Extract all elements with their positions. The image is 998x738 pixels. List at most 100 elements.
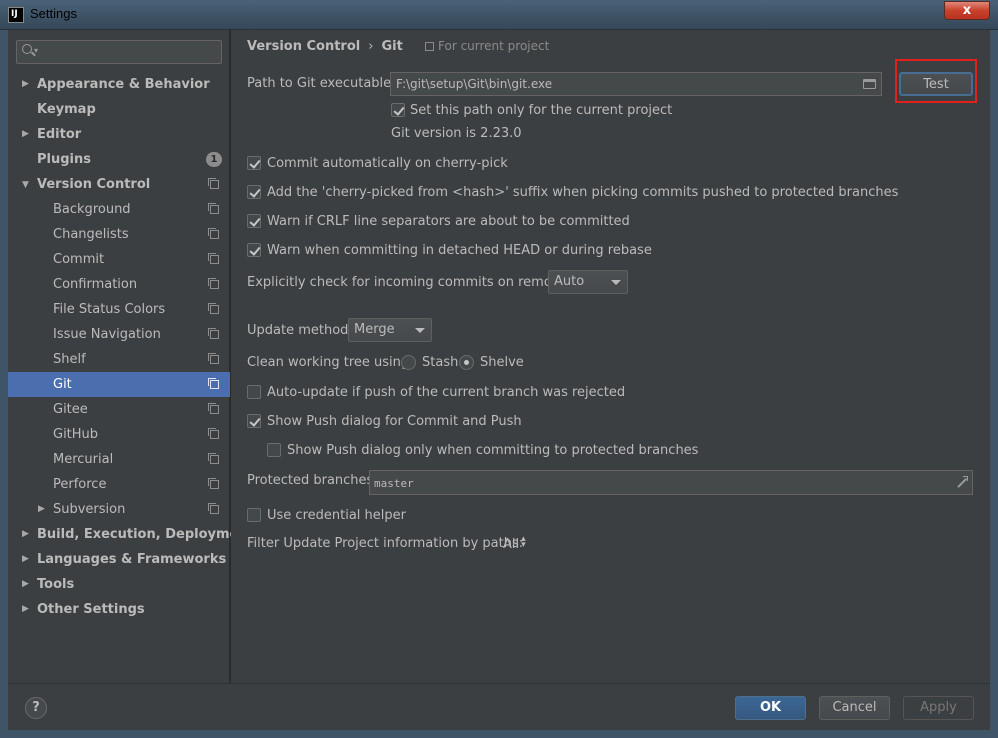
- show-push-protected-label[interactable]: Show Push dialog only when committing to…: [287, 443, 698, 458]
- cherry-picked-suffix-checkbox[interactable]: [247, 185, 261, 199]
- project-settings-icon: [208, 278, 219, 289]
- window-frame-bottom: [0, 730, 998, 738]
- stash-radio[interactable]: [401, 355, 416, 370]
- sidebar-item-github[interactable]: GitHub: [8, 422, 230, 447]
- show-push-dialog-checkbox[interactable]: [247, 414, 261, 428]
- protected-branches-field[interactable]: [369, 470, 973, 495]
- sidebar-item-git[interactable]: Git: [8, 372, 230, 397]
- current-project-only-checkbox[interactable]: [391, 103, 405, 117]
- warn-detached-head-label[interactable]: Warn when committing in detached HEAD or…: [267, 243, 652, 258]
- search-history-chevron-icon[interactable]: ▾: [34, 46, 38, 55]
- project-settings-icon: [208, 353, 219, 364]
- git-path-field[interactable]: [390, 72, 882, 96]
- project-settings-icon: [208, 303, 219, 314]
- chevron-right-icon[interactable]: ▶: [38, 497, 45, 522]
- cherry-picked-suffix-label[interactable]: Add the 'cherry-picked from <hash>' suff…: [267, 185, 898, 200]
- sidebar-item-label: Version Control: [37, 177, 151, 192]
- settings-search-box[interactable]: ▾: [16, 40, 222, 64]
- sidebar-item-plugins[interactable]: Plugins 1: [8, 147, 230, 172]
- title-bar: IJ Settings x: [0, 0, 998, 30]
- sidebar-item-keymap[interactable]: Keymap: [8, 97, 230, 122]
- chevron-right-icon[interactable]: ▶: [22, 572, 29, 597]
- chevron-right-icon[interactable]: ▶: [22, 547, 29, 572]
- sidebar-item-file-status-colors[interactable]: File Status Colors: [8, 297, 230, 322]
- update-method-label: Update method:: [247, 323, 353, 338]
- sidebar-item-editor[interactable]: ▶ Editor: [8, 122, 230, 147]
- project-settings-icon: [208, 228, 219, 239]
- sidebar-item-label: Build, Execution, Deployment: [37, 527, 254, 542]
- auto-update-label[interactable]: Auto-update if push of the current branc…: [267, 385, 625, 400]
- commit-on-cherry-pick-checkbox[interactable]: [247, 156, 261, 170]
- chevron-right-icon[interactable]: ▶: [22, 597, 29, 622]
- window-frame-left: [0, 30, 8, 738]
- sidebar-item-label: Gitee: [53, 402, 88, 417]
- sidebar-item-version-control[interactable]: ▼ Version Control: [8, 172, 230, 197]
- auto-update-checkbox[interactable]: [247, 385, 261, 399]
- git-path-input[interactable]: [396, 75, 846, 93]
- chevron-down-icon[interactable]: ▼: [22, 173, 29, 198]
- warn-crlf-label[interactable]: Warn if CRLF line separators are about t…: [267, 214, 630, 229]
- sidebar-item-changelists[interactable]: Changelists: [8, 222, 230, 247]
- expand-icon[interactable]: [956, 476, 968, 488]
- window-title: Settings: [30, 6, 77, 21]
- incoming-commits-label: Explicitly check for incoming commits on…: [247, 275, 577, 290]
- ok-button[interactable]: OK: [735, 696, 806, 720]
- sidebar-item-issue-navigation[interactable]: Issue Navigation: [8, 322, 230, 347]
- sidebar-item-confirmation[interactable]: Confirmation: [8, 272, 230, 297]
- sidebar-item-label: Other Settings: [37, 602, 145, 617]
- stash-radio-label[interactable]: Stash: [422, 355, 458, 370]
- apply-button[interactable]: Apply: [903, 696, 974, 720]
- app-icon-text: IJ: [11, 9, 18, 19]
- credential-helper-checkbox[interactable]: [247, 508, 261, 522]
- project-settings-icon: [208, 178, 219, 189]
- warn-detached-head-checkbox[interactable]: [247, 243, 261, 257]
- sidebar-item-appearance-behavior[interactable]: ▶ Appearance & Behavior: [8, 72, 230, 97]
- protected-branches-input[interactable]: [374, 474, 934, 492]
- show-push-protected-checkbox[interactable]: [267, 443, 281, 457]
- chevron-right-icon[interactable]: ▶: [22, 522, 29, 547]
- sidebar-item-label: Appearance & Behavior: [37, 77, 210, 92]
- incoming-commits-dropdown[interactable]: Auto: [548, 270, 628, 294]
- update-method-dropdown[interactable]: Merge: [348, 318, 432, 342]
- project-settings-icon: [208, 453, 219, 464]
- help-button[interactable]: ?: [25, 697, 47, 719]
- sidebar-item-shelf[interactable]: Shelf: [8, 347, 230, 372]
- chevron-right-icon[interactable]: ▶: [22, 122, 29, 147]
- sidebar-item-label: Languages & Frameworks: [37, 552, 227, 567]
- window-frame-right: [990, 30, 998, 738]
- test-button[interactable]: Test: [899, 72, 973, 96]
- settings-search-input[interactable]: [43, 43, 213, 61]
- sidebar-item-label: GitHub: [53, 427, 99, 442]
- sidebar-item-label: Subversion: [53, 502, 126, 517]
- breadcrumb-parent[interactable]: Version Control: [247, 39, 360, 54]
- chevron-right-icon[interactable]: ▶: [22, 72, 29, 97]
- browse-folder-icon[interactable]: [863, 79, 876, 89]
- shelve-radio[interactable]: [459, 355, 474, 370]
- sidebar-item-other-settings[interactable]: ▶ Other Settings: [8, 597, 230, 622]
- chevron-down-icon: [611, 280, 621, 285]
- show-push-dialog-label[interactable]: Show Push dialog for Commit and Push: [267, 414, 522, 429]
- project-settings-icon: [208, 503, 219, 514]
- sidebar-item-perforce[interactable]: Perforce: [8, 472, 230, 497]
- window-close-button[interactable]: x: [944, 1, 990, 20]
- sidebar-item-background[interactable]: Background: [8, 197, 230, 222]
- cancel-button[interactable]: Cancel: [819, 696, 890, 720]
- intellij-app-icon: IJ: [8, 7, 24, 23]
- sidebar-item-subversion[interactable]: ▶ Subversion: [8, 497, 230, 522]
- sidebar-item-label: Plugins: [37, 152, 91, 167]
- sidebar-item-label: Git: [53, 377, 72, 392]
- warn-crlf-checkbox[interactable]: [247, 214, 261, 228]
- sidebar-item-languages-frameworks[interactable]: ▶ Languages & Frameworks: [8, 547, 230, 572]
- sidebar-item-tools[interactable]: ▶ Tools: [8, 572, 230, 597]
- shelve-radio-label[interactable]: Shelve: [480, 355, 524, 370]
- current-project-only-label[interactable]: Set this path only for the current proje…: [410, 103, 672, 118]
- commit-on-cherry-pick-label[interactable]: Commit automatically on cherry-pick: [267, 156, 508, 171]
- breadcrumb: Version Control › Git: [247, 39, 403, 54]
- credential-helper-label[interactable]: Use credential helper: [267, 508, 406, 523]
- sidebar-item-build-execution-deployment[interactable]: ▶ Build, Execution, Deployment: [8, 522, 254, 547]
- protected-branches-label: Protected branches:: [247, 473, 378, 488]
- filter-paths-dropdown[interactable]: All ▴ ▾: [503, 535, 526, 553]
- sidebar-item-commit[interactable]: Commit: [8, 247, 230, 272]
- sidebar-item-mercurial[interactable]: Mercurial: [8, 447, 230, 472]
- sidebar-item-gitee[interactable]: Gitee: [8, 397, 230, 422]
